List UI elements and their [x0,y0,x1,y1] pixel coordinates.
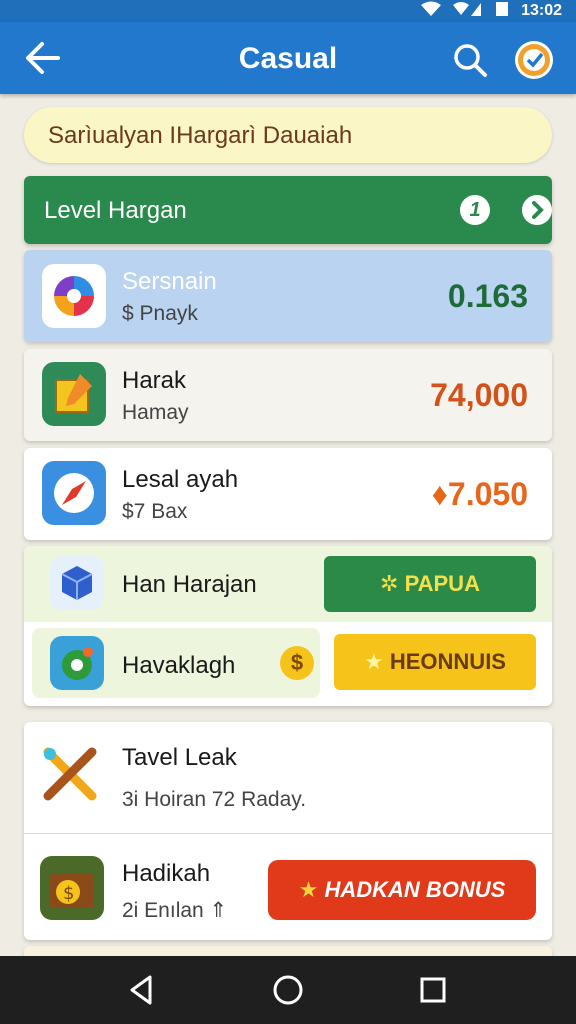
heonnuis-button[interactable]: ★ HEONNUIS [334,634,536,690]
status-time: 13:02 [521,2,562,19]
dollar-coin-icon: $ [280,646,314,680]
row-title: Hadikah [122,860,211,887]
hadkan-bonus-button[interactable]: ★ HADKAN BONUS [268,860,536,920]
system-nav-bar [0,956,576,1024]
profile-badge-icon[interactable] [515,41,553,79]
search-icon[interactable] [452,42,488,78]
signal-icon [453,1,483,21]
list-item[interactable]: Harak Hamay 74,000 [24,349,552,441]
row-value: 74,000 [430,377,528,413]
bonus-card: Han Harajan ✲ PAPUA Havaklagh $ ★ HEONNU… [24,546,552,706]
gear-star-icon: ✲ [380,571,405,596]
list-item[interactable]: $ Hadikah 2i Enılan ⇑ ★ HADKAN BONUS [24,836,552,940]
row-title: Lesal ayah [122,466,239,493]
cube-app-icon [50,556,104,610]
row-value: ♦7.050 [431,476,528,512]
row-title: Tavel Leak [122,744,237,771]
star-icon: ★ [364,649,390,674]
recents-square-icon[interactable] [415,972,451,1008]
list-item[interactable]: Sersnain $ Pnayk 0.163 [24,250,552,342]
compass-app-icon [42,461,106,525]
bonus-row[interactable]: Havaklagh $ [32,628,320,698]
banner-text: Sarìualyan IHargarì Dauaiah [48,122,353,149]
list-item[interactable]: Lesal ayah $7 Bax ♦7.050 [24,448,552,540]
chevron-right-icon[interactable] [522,195,552,225]
row-subtitle: $7 Bax [122,500,188,523]
row-title: Sersnain [122,268,217,295]
row-title: Harak [122,367,187,394]
level-bar[interactable]: Level Hargan 1 [24,176,552,244]
svg-text:$: $ [63,883,74,904]
page-title: Casual [238,42,338,75]
star-icon: ★ [298,877,325,902]
row-title: Han Harajan [122,571,257,598]
row-title: Havaklagh [122,652,236,679]
row-subtitle: 3i Hoiran 72 Raday. [122,788,307,811]
papua-button[interactable]: ✲ PAPUA [324,556,536,612]
wifi-icon [421,1,442,21]
bottom-card: Tavel Leak 3i Hoiran 72 Raday. $ Hadikah… [24,722,552,940]
promo-banner[interactable]: Sarìualyan IHargarì Dauaiah [24,107,552,163]
row-subtitle: $ Pnayk [122,302,198,325]
pencil-box-app-icon [42,362,106,426]
crossed-tools-icon [38,742,102,806]
diamond-icon: ♦ [431,476,448,512]
row-subtitle: Hamay [122,401,189,424]
back-triangle-icon[interactable] [124,972,160,1008]
swirl-app-icon [42,264,106,328]
level-label: Level Hargan [44,197,187,224]
gear-app-icon [50,636,104,690]
info-badge[interactable]: 1 [460,195,490,225]
battery-icon [495,1,509,21]
row-value: 0.163 [447,278,528,314]
status-bar: 13:02 [0,0,576,22]
row-subtitle: 2i Enılan ⇑ [122,899,228,922]
list-item[interactable]: Tavel Leak 3i Hoiran 72 Raday. [24,722,552,834]
app-bar: Casual [0,22,576,94]
treasure-box-icon: $ [40,856,104,920]
home-circle-icon[interactable] [270,972,306,1008]
bonus-row[interactable]: Han Harajan ✲ PAPUA [24,546,552,622]
